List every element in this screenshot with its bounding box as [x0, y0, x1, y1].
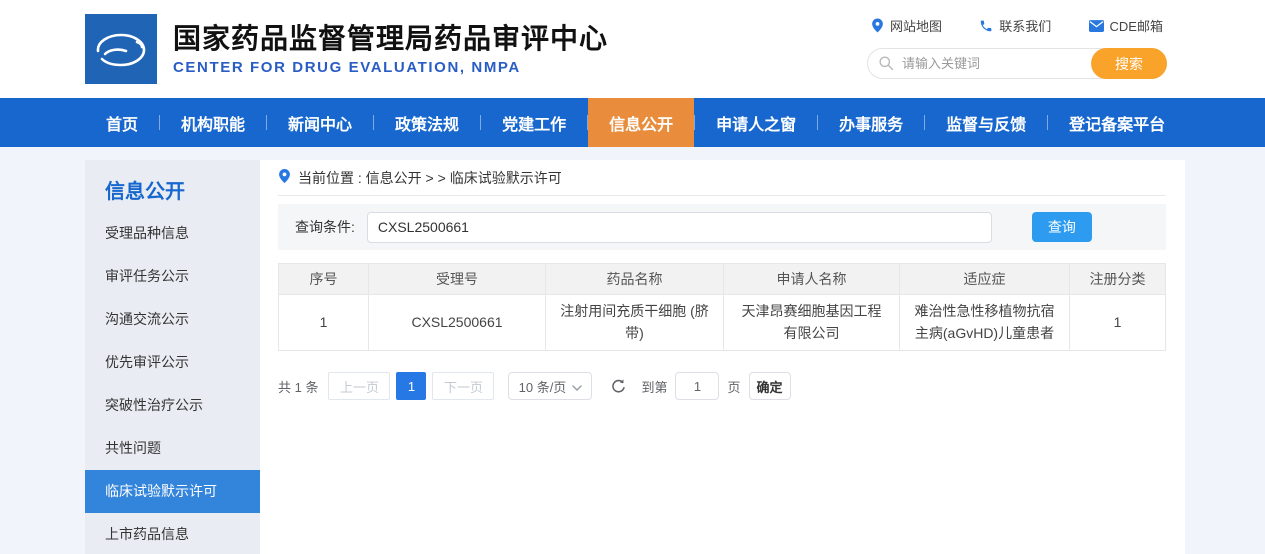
nav-item-applicant-window[interactable]: 申请人之窗 — [695, 98, 817, 147]
quick-links: 网站地图 联系我们 CDE邮箱 — [867, 16, 1167, 35]
quick-link-label: 联系我们 — [999, 16, 1051, 35]
goto-suffix: 页 — [727, 377, 740, 396]
col-header-index: 序号 — [279, 264, 369, 295]
sidebar-item-priority-review[interactable]: 优先审评公示 — [85, 341, 260, 384]
site-title-block: 国家药品监督管理局药品审评中心 CENTER FOR DRUG EVALUATI… — [173, 22, 608, 77]
refresh-icon[interactable] — [610, 378, 627, 395]
col-header-indication: 适应症 — [900, 264, 1070, 295]
nav-item-registration-platform[interactable]: 登记备案平台 — [1048, 98, 1186, 147]
sidebar-item-breakthrough-therapy[interactable]: 突破性治疗公示 — [85, 384, 260, 427]
query-condition-input[interactable] — [367, 212, 992, 243]
nav-item-functions[interactable]: 机构职能 — [160, 98, 266, 147]
page-size-select[interactable]: 10 条/页 — [508, 372, 592, 400]
main-panel: 当前位置 : 信息公开 > > 临床试验默示许可 查询条件: 查询 序号 受理号… — [278, 160, 1185, 554]
location-pin-icon — [278, 168, 291, 187]
col-header-applicant-name: 申请人名称 — [724, 264, 900, 295]
quick-link-label: 网站地图 — [890, 16, 942, 35]
nav-item-news[interactable]: 新闻中心 — [267, 98, 373, 147]
nav-item-info-disclosure[interactable]: 信息公开 — [588, 98, 694, 147]
cell-indication: 难治性急性移植物抗宿主病(aGvHD)儿童患者 — [900, 295, 1070, 351]
query-button[interactable]: 查询 — [1032, 212, 1092, 242]
sidebar-item-communication[interactable]: 沟通交流公示 — [85, 298, 260, 341]
goto-prefix: 到第 — [641, 377, 667, 396]
envelope-icon — [1089, 20, 1104, 32]
cell-registration-category: 1 — [1070, 295, 1166, 351]
sidebar-item-clinical-trial-implied-license[interactable]: 临床试验默示许可 — [85, 470, 260, 513]
breadcrumb-text: 当前位置 : 信息公开 > > 临床试验默示许可 — [298, 168, 562, 188]
table-row: 1 CXSL2500661 注射用间充质干细胞 (脐带) 天津昂赛细胞基因工程 … — [279, 295, 1166, 351]
sidebar-title: 信息公开 — [85, 160, 260, 212]
sidebar-item-marketed-drugs[interactable]: 上市药品信息 — [85, 513, 260, 554]
nav-item-supervision-feedback[interactable]: 监督与反馈 — [925, 98, 1047, 147]
table-header-row: 序号 受理号 药品名称 申请人名称 适应症 注册分类 — [279, 264, 1166, 295]
keyword-search-box: 搜索 — [867, 48, 1167, 79]
prev-page-button[interactable]: 上一页 — [328, 372, 390, 400]
results-table: 序号 受理号 药品名称 申请人名称 适应症 注册分类 1 CXSL2500661… — [278, 263, 1166, 351]
query-bar: 查询条件: 查询 — [278, 204, 1166, 250]
site-subtitle: CENTER FOR DRUG EVALUATION, NMPA — [173, 59, 608, 76]
breadcrumb: 当前位置 : 信息公开 > > 临床试验默示许可 — [278, 160, 1166, 196]
content: 信息公开 受理品种信息 审评任务公示 沟通交流公示 优先审评公示 突破性治疗公示… — [85, 160, 1185, 554]
sidebar-item-common-issues[interactable]: 共性问题 — [85, 427, 260, 470]
cell-drug-name: 注射用间充质干细胞 (脐带) — [546, 295, 724, 351]
next-page-button[interactable]: 下一页 — [432, 372, 494, 400]
site-title: 国家药品监督管理局药品审评中心 — [173, 22, 608, 56]
main-nav: 首页 机构职能 新闻中心 政策法规 党建工作 信息公开 申请人之窗 办事服务 监… — [0, 98, 1265, 147]
col-header-registration-category: 注册分类 — [1070, 264, 1166, 295]
nav-item-party-building[interactable]: 党建工作 — [481, 98, 587, 147]
query-condition-label: 查询条件: — [295, 217, 355, 237]
sidebar-item-accepted-varieties[interactable]: 受理品种信息 — [85, 212, 260, 255]
sidebar-item-review-tasks[interactable]: 审评任务公示 — [85, 255, 260, 298]
cde-logo[interactable] — [85, 14, 157, 84]
header-right: 网站地图 联系我们 CDE邮箱 — [867, 16, 1167, 79]
chevron-down-icon — [572, 379, 582, 394]
cell-applicant-name: 天津昂赛细胞基因工程 有限公司 — [724, 295, 900, 351]
search-icon — [878, 55, 894, 76]
quick-link-mailbox[interactable]: CDE邮箱 — [1089, 16, 1163, 35]
location-pin-icon — [871, 18, 884, 33]
cde-logo-icon — [85, 14, 157, 84]
phone-icon — [979, 19, 993, 33]
page: 国家药品监督管理局药品审评中心 CENTER FOR DRUG EVALUATI… — [0, 0, 1265, 554]
goto-page-input[interactable] — [675, 372, 719, 400]
sidebar: 信息公开 受理品种信息 审评任务公示 沟通交流公示 优先审评公示 突破性治疗公示… — [85, 160, 260, 554]
quick-link-sitemap[interactable]: 网站地图 — [871, 16, 942, 35]
col-header-drug-name: 药品名称 — [546, 264, 724, 295]
pagination: 共 1 条 上一页 1 下一页 10 条/页 到第 页 确定 — [278, 372, 1166, 400]
page-number-button[interactable]: 1 — [396, 372, 426, 400]
nav-item-services[interactable]: 办事服务 — [818, 98, 924, 147]
confirm-page-button[interactable]: 确定 — [749, 372, 791, 400]
col-header-acceptance-number: 受理号 — [369, 264, 546, 295]
search-button[interactable]: 搜索 — [1091, 48, 1167, 79]
quick-link-contact[interactable]: 联系我们 — [979, 16, 1051, 35]
total-count: 共 1 条 — [278, 377, 318, 396]
cell-acceptance-number: CXSL2500661 — [369, 295, 546, 351]
site-header: 国家药品监督管理局药品审评中心 CENTER FOR DRUG EVALUATI… — [0, 0, 1265, 98]
nav-item-policies[interactable]: 政策法规 — [374, 98, 480, 147]
page-size-label: 10 条/页 — [519, 377, 567, 396]
quick-link-label: CDE邮箱 — [1110, 16, 1163, 35]
cell-index: 1 — [279, 295, 369, 351]
nav-item-home[interactable]: 首页 — [85, 98, 159, 147]
